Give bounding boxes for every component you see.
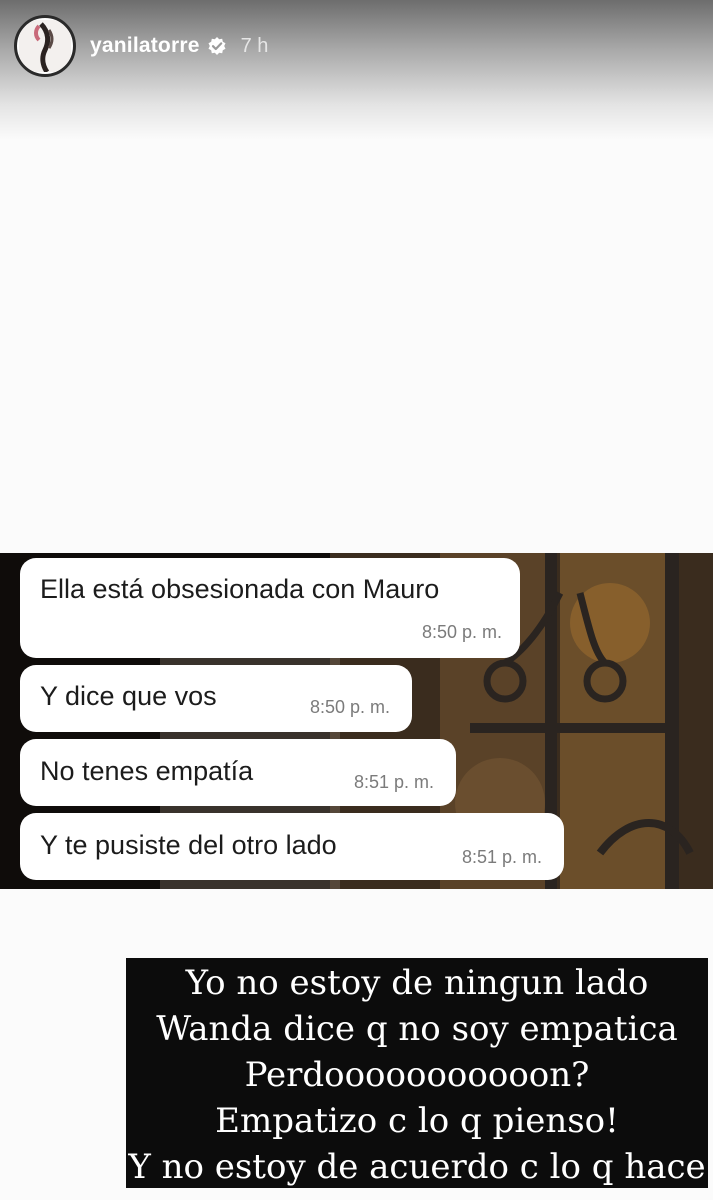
avatar[interactable] bbox=[14, 15, 76, 77]
post-time: 7 h bbox=[240, 34, 269, 57]
message-text: Y dice que vos bbox=[40, 681, 217, 711]
username[interactable]: yanilatorre bbox=[90, 34, 200, 58]
story-caption: Yo no estoy de ningun lado Wanda dice q … bbox=[126, 958, 708, 1188]
message-bubble[interactable]: No tenes empatía 8:51 p. m. bbox=[20, 739, 456, 806]
message-text: Ella está obsesionada con Mauro bbox=[40, 574, 440, 604]
story-header: yanilatorre 7 h bbox=[14, 14, 268, 78]
message-time: 8:50 p. m. bbox=[421, 622, 502, 642]
message-bubble[interactable]: Y te pusiste del otro lado 8:51 p. m. bbox=[20, 813, 564, 880]
message-bubble[interactable]: Ella está obsesionada con Mauro 8:50 p. … bbox=[20, 558, 520, 658]
message-text: No tenes empatía bbox=[40, 756, 254, 786]
caption-line: Empatizo c lo q pienso! bbox=[215, 1101, 619, 1141]
message-time: 8:51 p. m. bbox=[353, 772, 434, 792]
message-bubble[interactable]: Y dice que vos 8:50 p. m. bbox=[20, 665, 412, 732]
story-frame[interactable]: yanilatorre 7 h Ella está obsesionada co… bbox=[0, 0, 713, 1200]
message-text: Y te pusiste del otro lado bbox=[40, 830, 337, 860]
message-time: 8:50 p. m. bbox=[309, 697, 390, 717]
caption-line: Y no estoy de acuerdo c lo q hace bbox=[128, 1147, 706, 1187]
avatar-image bbox=[19, 20, 71, 72]
message-time: 8:51 p. m. bbox=[461, 847, 542, 867]
caption-line: Yo no estoy de ningun lado bbox=[185, 963, 649, 1003]
caption-line: Wanda dice q no soy empatica bbox=[156, 1009, 678, 1049]
verified-badge-icon bbox=[208, 37, 226, 55]
caption-line: Perdooooooooooon? bbox=[244, 1055, 590, 1095]
